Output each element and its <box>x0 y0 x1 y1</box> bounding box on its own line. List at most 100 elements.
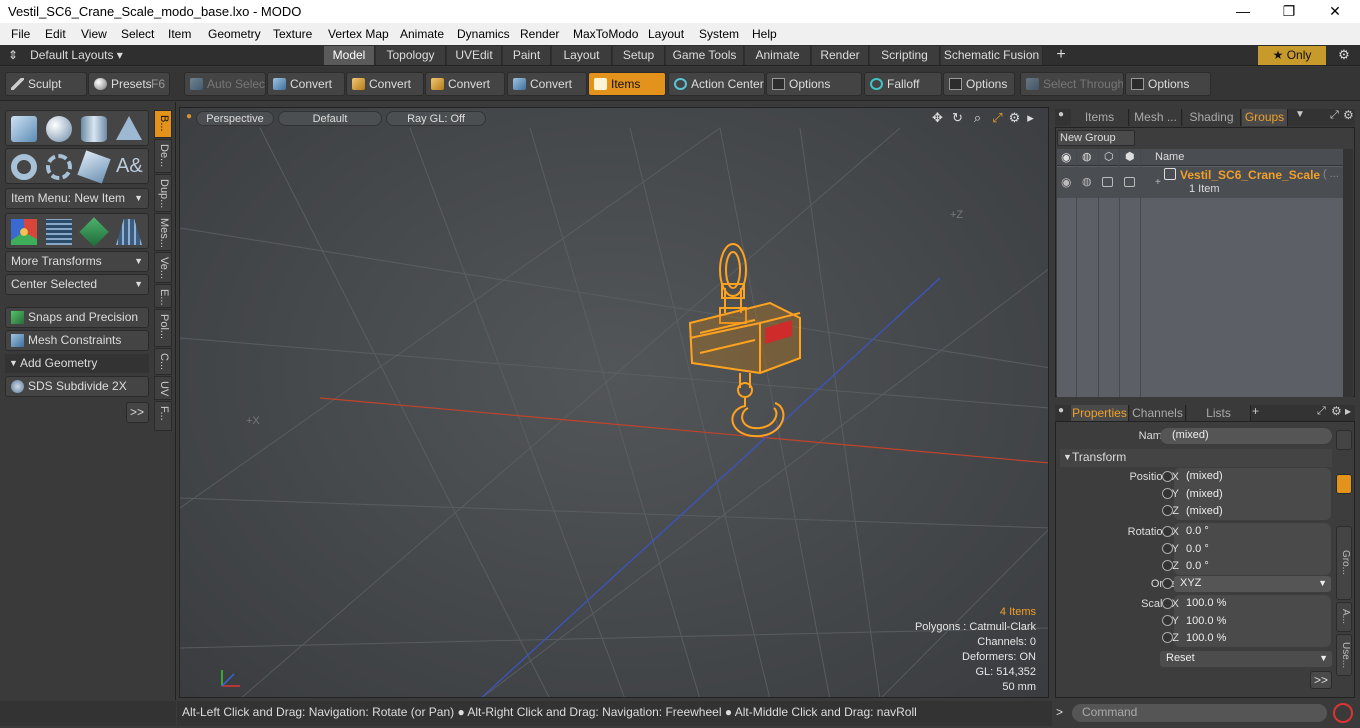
text-primitive-icon[interactable]: A& <box>116 154 143 180</box>
side-handle-active[interactable] <box>1336 474 1352 494</box>
falloff-button[interactable]: Falloff <box>864 72 942 96</box>
side-tab-user[interactable]: Use... <box>1336 634 1352 676</box>
more-tools-button[interactable]: >> <box>126 402 149 423</box>
gear-icon[interactable]: ⚙ <box>1332 47 1356 64</box>
tab-groups[interactable]: Groups <box>1242 109 1288 126</box>
expand-panel-icon[interactable]: ⤢ <box>1317 405 1326 418</box>
menu-select[interactable]: Select <box>121 27 154 41</box>
tab-topology[interactable]: Topology <box>376 46 446 65</box>
name-column-header[interactable]: Name <box>1155 151 1184 163</box>
action-center-options-button[interactable]: Options <box>766 72 862 96</box>
reset-dropdown[interactable]: Reset ▼ <box>1160 651 1332 667</box>
more-properties-button[interactable]: >> <box>1310 671 1332 689</box>
tab-uvedit[interactable]: UVEdit <box>447 46 502 65</box>
tab-model[interactable]: Model <box>324 46 375 65</box>
vtab-deform[interactable]: De... <box>154 139 172 173</box>
convert-button-4[interactable]: Convert <box>507 72 587 96</box>
rotation-z-dot[interactable] <box>1162 560 1173 571</box>
select-options-button[interactable]: Options <box>1125 72 1211 96</box>
side-handle-top[interactable] <box>1336 430 1352 450</box>
3d-viewport[interactable]: ● Perspective Default Ray GL: Off ✥ ↻ ⌕ … <box>179 107 1049 698</box>
scale-z-dot[interactable] <box>1162 632 1173 643</box>
menu-edit[interactable]: Edit <box>45 27 66 41</box>
tab-layout[interactable]: Layout <box>552 46 612 65</box>
raygl-button[interactable]: Ray GL: Off <box>386 111 486 126</box>
zoom-view-icon[interactable]: ⌕ <box>969 110 986 127</box>
group-row[interactable]: ◉ ◍ + Vestil_SC6_Crane_Scale ( ... 1 Ite… <box>1057 167 1343 198</box>
menu-maxtomodo[interactable]: MaxToModo <box>573 27 638 41</box>
rotation-x-dot[interactable] <box>1162 526 1173 537</box>
tab-schematic-fusion[interactable]: Schematic Fusion <box>941 46 1043 65</box>
torus-primitive-icon[interactable] <box>11 154 37 180</box>
viewport-more-icon[interactable]: ▸ <box>1022 110 1039 127</box>
tab-game-tools[interactable]: Game Tools <box>666 46 744 65</box>
menu-layout[interactable]: Layout <box>648 27 684 41</box>
rotation-y-dot[interactable] <box>1162 543 1173 554</box>
vtab-duplicate[interactable]: Dup... <box>154 174 172 212</box>
pen-primitive-icon[interactable] <box>77 150 111 184</box>
viewport-gear-icon[interactable]: ⚙ <box>1006 110 1023 127</box>
expand-plus-icon[interactable]: + <box>1155 177 1161 188</box>
snaps-precision-button[interactable]: Snaps and Precision <box>5 307 149 328</box>
transform-header[interactable]: ▼ Transform <box>1060 449 1332 467</box>
tab-paint[interactable]: Paint <box>503 46 551 65</box>
position-z-dot[interactable] <box>1162 505 1173 516</box>
vtab-vertex[interactable]: Ve... <box>154 252 172 283</box>
default-shading-button[interactable]: Default <box>278 111 382 126</box>
panel-menu-dot-icon[interactable]: ● <box>1058 109 1064 120</box>
rotation-y-field[interactable]: 0.0 ° <box>1174 542 1331 558</box>
tab-shading[interactable]: Shading <box>1183 109 1241 126</box>
maximize-button[interactable]: ❐ <box>1266 0 1312 23</box>
auto-select-button[interactable]: Auto Select <box>184 72 266 96</box>
side-tab-assembly[interactable]: A... <box>1336 602 1352 632</box>
vtab-uv[interactable]: UV <box>154 376 172 400</box>
position-x-dot[interactable] <box>1162 471 1173 482</box>
tab-render[interactable]: Render <box>812 46 869 65</box>
tab-setup[interactable]: Setup <box>613 46 665 65</box>
vtab-polygon[interactable]: Pol... <box>154 309 172 347</box>
cone-primitive-icon[interactable] <box>116 116 142 140</box>
menu-texture[interactable]: Texture <box>273 27 312 41</box>
order-dropdown[interactable]: XYZ ▼ <box>1174 576 1331 592</box>
menu-animate[interactable]: Animate <box>400 27 444 41</box>
menu-view[interactable]: View <box>81 27 107 41</box>
order-dot[interactable] <box>1162 578 1173 589</box>
rotate-view-icon[interactable]: ↻ <box>949 110 966 127</box>
position-z-field[interactable]: (mixed) <box>1174 504 1331 520</box>
scale-z-field[interactable]: 100.0 % <box>1174 631 1331 647</box>
action-center-button[interactable]: Action Center <box>668 72 765 96</box>
center-selected-dropdown[interactable]: Center Selected ▼ <box>5 274 149 295</box>
add-geometry-header[interactable]: ▼ Add Geometry <box>5 354 149 373</box>
tab-lists[interactable]: Lists <box>1187 405 1251 421</box>
panel-menu-dot-icon[interactable]: ● <box>1058 405 1064 416</box>
select-through-button[interactable]: Select Through <box>1020 72 1124 96</box>
menu-geometry[interactable]: Geometry <box>208 27 261 41</box>
plane-icon[interactable] <box>116 219 142 245</box>
move-view-icon[interactable]: ✥ <box>929 110 946 127</box>
tabs-dropdown-icon[interactable]: ▼ <box>1295 109 1305 120</box>
mesh-constraints-button[interactable]: Mesh Constraints <box>5 330 149 351</box>
only-toggle[interactable]: ★ Only <box>1258 46 1326 65</box>
expand-panel-icon[interactable]: ⤢ <box>1330 109 1339 122</box>
rotation-x-field[interactable]: 0.0 ° <box>1174 524 1331 540</box>
tab-animate[interactable]: Animate <box>745 46 811 65</box>
visibility-eye-icon[interactable]: ◉ <box>1061 175 1071 189</box>
menu-system[interactable]: System <box>699 27 739 41</box>
grid-icon[interactable] <box>46 219 72 245</box>
soft-deform-icon[interactable] <box>79 217 109 247</box>
default-layouts-dropdown[interactable]: ⇕ Default Layouts ▾ <box>8 48 123 62</box>
menu-render[interactable]: Render <box>520 27 559 41</box>
minimize-button[interactable]: — <box>1220 0 1266 23</box>
panel-more-icon[interactable]: ▸ <box>1345 404 1351 418</box>
name-field[interactable]: (mixed) <box>1160 428 1332 444</box>
sds-subdivide-button[interactable]: SDS Subdivide 2X <box>5 376 149 397</box>
command-stop-icon[interactable] <box>1333 703 1353 723</box>
perspective-view-button[interactable]: Perspective <box>196 111 274 126</box>
convert-button-1[interactable]: Convert <box>267 72 345 96</box>
groups-scrollbar[interactable] <box>1343 149 1353 397</box>
scale-x-dot[interactable] <box>1162 598 1173 609</box>
item-menu-dropdown[interactable]: Item Menu: New Item ▼ <box>5 188 149 209</box>
select-checkbox[interactable] <box>1124 177 1135 187</box>
fit-view-icon[interactable]: ⤢ <box>989 110 1006 127</box>
side-tab-groups[interactable]: Gro... <box>1336 526 1352 600</box>
